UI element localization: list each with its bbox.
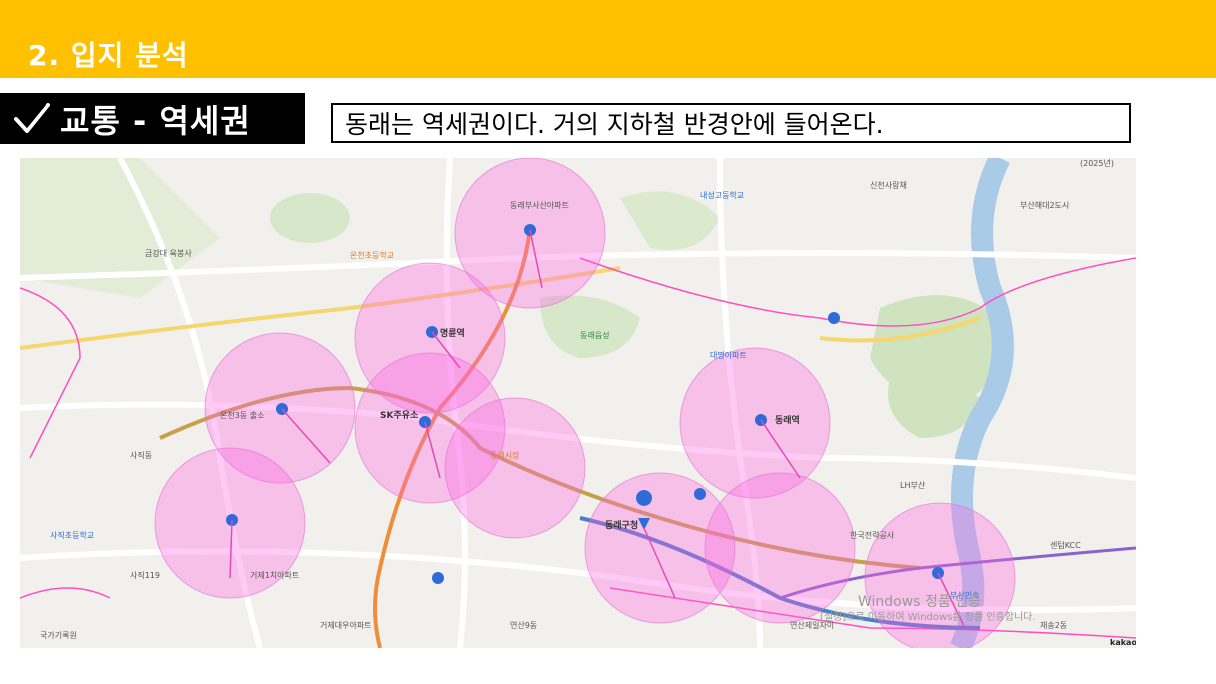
section-title: 교통 - 역세권 bbox=[60, 101, 251, 140]
svg-text:거제대우아파트: 거제대우아파트 bbox=[320, 620, 372, 630]
svg-text:사직동: 사직동 bbox=[130, 450, 152, 460]
svg-text:동래역: 동래역 bbox=[775, 414, 800, 426]
windows-watermark: Windows 정품 인증 bbox=[858, 594, 981, 610]
svg-text:센텀KCC: 센텀KCC bbox=[1050, 540, 1081, 550]
summary-box: 동래는 역세권이다. 거의 지하철 반경안에 들어온다. bbox=[331, 103, 1131, 143]
svg-text:대명아파트: 대명아파트 bbox=[710, 350, 747, 360]
svg-text:명륜역: 명륜역 bbox=[440, 327, 465, 339]
svg-text:동래구청: 동래구청 bbox=[605, 519, 638, 531]
svg-text:사직초등학교: 사직초등학교 bbox=[50, 530, 94, 540]
page-title: 2. 입지 분석 bbox=[28, 39, 189, 72]
svg-text:국가기록원: 국가기록원 bbox=[40, 631, 77, 640]
summary-text: 동래는 역세권이다. 거의 지하철 반경안에 들어온다. bbox=[345, 110, 884, 139]
park-area bbox=[270, 193, 350, 243]
park-area bbox=[620, 191, 720, 250]
svg-text:동래시장: 동래시장 bbox=[490, 450, 520, 460]
svg-text:LH부산: LH부산 bbox=[900, 480, 926, 490]
header-bar: 2. 입지 분석 bbox=[0, 0, 1216, 78]
svg-text:동래읍성: 동래읍성 bbox=[580, 331, 609, 340]
station-radius bbox=[444, 397, 586, 539]
svg-text:동래부사산아파트: 동래부사산아파트 bbox=[510, 200, 569, 210]
station-map[interactable]: 금강대 육봉사 온천초등학교 동래부사산아파트 내성고등학교 신천사랑채 부산해… bbox=[20, 158, 1136, 648]
svg-text:재송2동: 재송2동 bbox=[1040, 621, 1067, 630]
park-area bbox=[540, 295, 640, 358]
check-icon bbox=[10, 97, 54, 141]
svg-text:(2025년): (2025년) bbox=[1080, 158, 1114, 168]
svg-text:거제1치아파트: 거제1치아파트 bbox=[250, 570, 299, 580]
svg-text:내성고등학교: 내성고등학교 bbox=[700, 190, 744, 200]
map-canvas: 금강대 육봉사 온천초등학교 동래부사산아파트 내성고등학교 신천사랑채 부산해… bbox=[20, 158, 1136, 648]
station-radius bbox=[584, 472, 736, 624]
svg-text:신천사랑채: 신천사랑채 bbox=[870, 180, 907, 190]
svg-text:부산해대2도시: 부산해대2도시 bbox=[1020, 200, 1069, 210]
svg-text:한국전력공사: 한국전력공사 bbox=[850, 530, 895, 540]
svg-text:연산9동: 연산9동 bbox=[510, 620, 537, 630]
section-badge: 교통 - 역세권 bbox=[0, 93, 305, 144]
svg-text:사직119: 사직119 bbox=[130, 570, 160, 580]
station-radius bbox=[679, 347, 831, 499]
subway-station-icon[interactable] bbox=[694, 488, 706, 500]
subway-station-icon[interactable] bbox=[828, 312, 840, 324]
map-attribution: kakao bbox=[1110, 638, 1136, 647]
windows-watermark-sub: [설정]으로 이동하여 Windows를 정품 인증합니다. bbox=[820, 610, 1036, 623]
svg-text:온천3동 출소: 온천3동 출소 bbox=[220, 410, 264, 420]
subway-station-icon[interactable] bbox=[432, 572, 444, 584]
svg-text:금강대 육봉사: 금강대 육봉사 bbox=[145, 248, 192, 258]
svg-text:SK주유소: SK주유소 bbox=[380, 410, 419, 421]
svg-text:온천초등학교: 온천초등학교 bbox=[350, 250, 394, 260]
